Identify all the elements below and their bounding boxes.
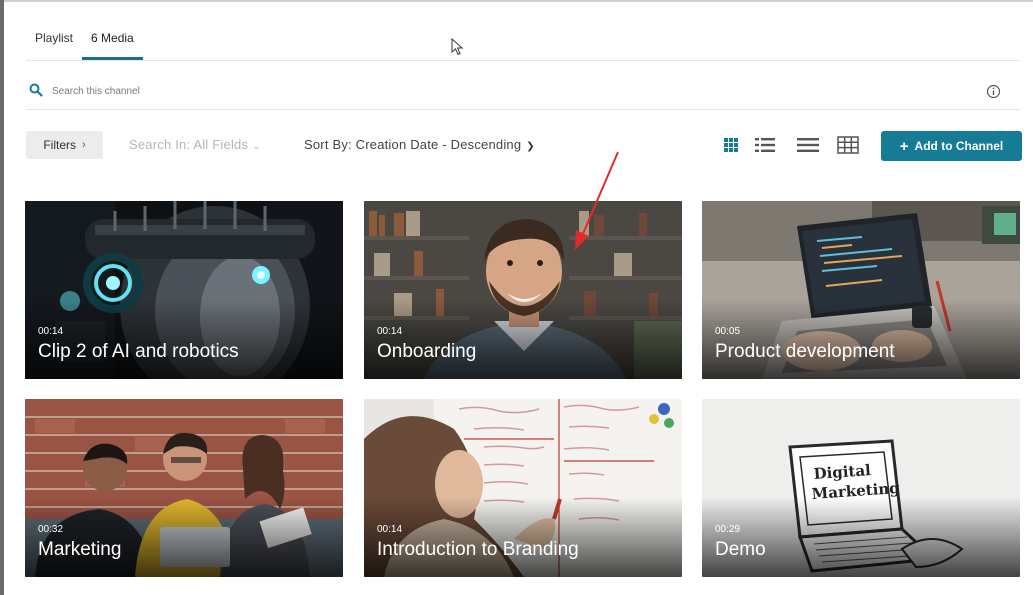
tabs-divider: [26, 60, 1021, 61]
card-gradient: [702, 497, 1020, 577]
media-card-ai-robotics[interactable]: 00:14 Clip 2 of AI and robotics: [25, 201, 343, 379]
sort-by-label: Sort By: Creation Date - Descending: [304, 137, 522, 152]
search-in-dropdown[interactable]: Search In: All Fields ⌄: [129, 137, 261, 152]
media-title: Clip 2 of AI and robotics: [38, 341, 239, 362]
mouse-cursor-icon: [451, 38, 464, 56]
sort-by-dropdown[interactable]: Sort By: Creation Date - Descending ❯: [304, 137, 535, 152]
add-to-channel-button[interactable]: + Add to Channel: [881, 131, 1022, 161]
card-gradient: [364, 299, 682, 379]
media-duration: 00:05: [715, 326, 741, 337]
media-title: Demo: [715, 539, 766, 560]
search-icon[interactable]: [29, 83, 43, 97]
search-in-label: Search In: All Fields: [129, 137, 249, 152]
card-gradient: [25, 299, 343, 379]
grid-view-icon[interactable]: [720, 135, 742, 155]
channel-search: [26, 80, 1021, 106]
media-card-product-development[interactable]: 00:05 Product development: [702, 201, 1020, 379]
filters-button[interactable]: Filters ›: [26, 131, 103, 159]
search-divider: [26, 109, 1021, 110]
media-title: Product development: [715, 341, 895, 362]
media-duration: 00:32: [38, 524, 64, 535]
media-card-marketing[interactable]: 00:32 Marketing: [25, 399, 343, 577]
chevron-down-icon: ⌄: [252, 141, 261, 152]
media-duration: 00:29: [715, 524, 741, 535]
media-card-demo[interactable]: Digital Marketing 00:29 Demo: [702, 399, 1020, 577]
filters-label: Filters: [43, 138, 76, 152]
tab-playlist[interactable]: Playlist: [26, 30, 82, 60]
card-gradient: [702, 299, 1020, 379]
search-input[interactable]: [52, 82, 552, 100]
media-title: Onboarding: [377, 341, 477, 362]
media-duration: 00:14: [38, 326, 64, 337]
detailed-list-icon[interactable]: [754, 135, 776, 155]
window-left-border: [0, 0, 4, 595]
card-gradient: [25, 497, 343, 577]
add-to-channel-label: Add to Channel: [914, 139, 1004, 153]
tab-media[interactable]: 6 Media: [82, 30, 143, 60]
media-title: Marketing: [38, 539, 122, 560]
media-duration: 00:14: [377, 524, 403, 535]
table-view-icon[interactable]: [837, 135, 859, 155]
annotation-arrow-icon: [575, 151, 619, 250]
card-gradient: [364, 497, 682, 577]
media-title: Introduction to Branding: [377, 539, 579, 560]
window-top-border: [0, 0, 1033, 2]
plus-icon: +: [899, 137, 909, 155]
info-icon[interactable]: [986, 84, 1001, 99]
media-duration: 00:14: [377, 326, 403, 337]
media-card-introduction-to-branding[interactable]: 00:14 Introduction to Branding: [364, 399, 682, 577]
media-card-onboarding[interactable]: 00:14 Onboarding: [364, 201, 682, 379]
chevron-down-icon: ❯: [526, 141, 535, 152]
chevron-right-icon: ›: [82, 139, 86, 151]
compact-list-icon[interactable]: [797, 135, 819, 155]
channel-tabs: Playlist 6 Media: [26, 30, 143, 60]
